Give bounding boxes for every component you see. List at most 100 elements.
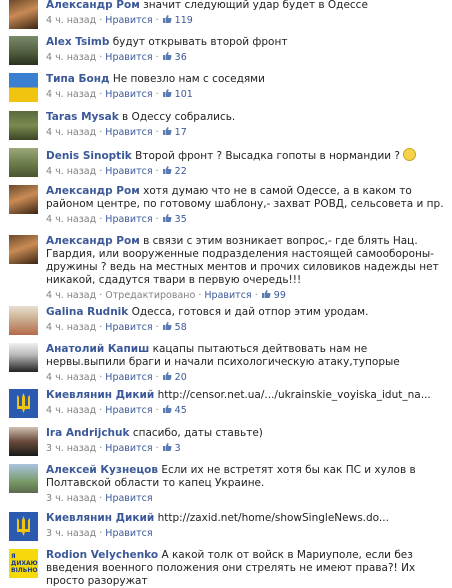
avatar-badge-text: Я ДИХАЮ ВІЛЬНО: [11, 553, 38, 574]
comment-meta: 4 ч. назад · Нравится · 101: [46, 88, 444, 101]
meta-separator: ·: [155, 166, 159, 177]
comment-time[interactable]: 4 ч. назад: [46, 52, 96, 63]
meta-separator: ·: [155, 52, 159, 63]
comment-link[interactable]: http://zaxid.net/home/showSingleNews.do.…: [158, 512, 389, 524]
meta-separator: ·: [254, 290, 258, 301]
like-count[interactable]: 99: [274, 290, 286, 301]
comment-time[interactable]: 4 ч. назад: [46, 405, 96, 416]
like-link[interactable]: Нравится: [105, 405, 152, 416]
comment-meta: 3 ч. назад · Нравится: [46, 492, 444, 505]
avatar[interactable]: [9, 389, 38, 418]
like-link[interactable]: Нравится: [105, 15, 152, 26]
comment-author[interactable]: Анатолий Капиш: [46, 343, 149, 355]
comment-time[interactable]: 3 ч. назад: [46, 443, 96, 454]
thumbs-up-icon: [162, 166, 172, 174]
comment-author[interactable]: Galina Rudnik: [46, 306, 128, 318]
meta-separator: ·: [155, 443, 159, 454]
like-count[interactable]: 22: [175, 166, 187, 177]
like-count[interactable]: 36: [175, 52, 187, 63]
meta-separator: ·: [99, 52, 103, 63]
like-count[interactable]: 3: [175, 443, 181, 454]
comment-text: Второй фронт ? Высадка гопоты в норманди…: [135, 150, 400, 162]
avatar[interactable]: Я ДИХАЮ ВІЛЬНО: [9, 549, 38, 578]
comment-text: спасибо, даты ставьте): [132, 427, 263, 439]
thumbs-up-icon: [162, 89, 172, 97]
comment-link[interactable]: http://censor.net.ua/.../ukrainskie_voyi…: [158, 389, 431, 401]
comment-author[interactable]: Taras Mysak: [46, 111, 119, 123]
comment-meta: 4 ч. назад · Нравится · 58: [46, 321, 444, 334]
like-link[interactable]: Нравится: [105, 322, 152, 333]
comment-author[interactable]: Александр Ром: [46, 185, 140, 197]
meta-separator: ·: [99, 15, 103, 26]
comment-text: будут открывать второй фронт: [112, 36, 288, 48]
comment-time[interactable]: 4 ч. назад: [46, 89, 96, 100]
like-link[interactable]: Нравится: [105, 372, 152, 383]
like-link[interactable]: Нравится: [105, 89, 152, 100]
avatar[interactable]: [9, 427, 38, 456]
comment-time[interactable]: 4 ч. назад: [46, 322, 96, 333]
avatar[interactable]: [9, 235, 38, 264]
edited-label[interactable]: Отредактировано: [105, 290, 195, 301]
like-link[interactable]: Нравится: [105, 443, 152, 454]
avatar[interactable]: [9, 512, 38, 541]
like-count[interactable]: 101: [175, 89, 193, 100]
comment-author[interactable]: Rodion Velychenko: [46, 549, 158, 561]
like-link[interactable]: Нравится: [105, 52, 152, 63]
comment-meta: 3 ч. назад · Нравится · 3: [46, 442, 444, 455]
thumbs-up-icon: [261, 290, 271, 298]
meta-separator: ·: [155, 372, 159, 383]
comment-author[interactable]: Типа Бонд: [46, 73, 109, 85]
comment-author[interactable]: Киевлянин Дикий: [46, 512, 154, 524]
avatar[interactable]: [9, 0, 38, 29]
comment-time[interactable]: 4 ч. назад: [46, 166, 96, 177]
comment-author[interactable]: Alex Tsimb: [46, 36, 109, 48]
comment-time[interactable]: 4 ч. назад: [46, 290, 96, 301]
comment-text: в Одессу собрались.: [122, 111, 236, 123]
like-count[interactable]: 45: [175, 405, 187, 416]
meta-separator: ·: [99, 214, 103, 225]
avatar[interactable]: [9, 464, 38, 493]
comment-meta: 4 ч. назад · Нравится · 17: [46, 126, 444, 139]
comment-meta: 4 ч. назад · Нравится · 22: [46, 165, 444, 178]
like-link[interactable]: Нравится: [105, 214, 152, 225]
like-link[interactable]: Нравится: [105, 528, 152, 539]
trident-icon: [17, 516, 30, 536]
comment-time[interactable]: 3 ч. назад: [46, 528, 96, 539]
avatar[interactable]: [9, 343, 38, 372]
like-count[interactable]: 35: [175, 214, 187, 225]
meta-separator: ·: [155, 322, 159, 333]
meta-separator: ·: [99, 443, 103, 454]
comment-author[interactable]: Киевлянин Дикий: [46, 389, 154, 401]
avatar[interactable]: [9, 148, 38, 177]
comment-author[interactable]: Александр Ром: [46, 235, 140, 247]
like-count[interactable]: 17: [175, 127, 187, 138]
meta-separator: ·: [198, 290, 202, 301]
comment-meta: 4 ч. назад · Нравится · 45: [46, 404, 444, 417]
avatar[interactable]: [9, 185, 38, 214]
comment-time[interactable]: 4 ч. назад: [46, 372, 96, 383]
like-link[interactable]: Нравится: [105, 493, 152, 504]
comment-author[interactable]: Александр Ром: [46, 0, 140, 11]
comment-text: Не повезло нам с соседями: [112, 73, 265, 85]
like-count[interactable]: 20: [175, 372, 187, 383]
like-link[interactable]: Нравится: [105, 127, 152, 138]
comment-time[interactable]: 3 ч. назад: [46, 493, 96, 504]
comment-author[interactable]: Ira Andrijchuk: [46, 427, 129, 439]
comment-time[interactable]: 4 ч. назад: [46, 127, 96, 138]
comment-time[interactable]: 4 ч. назад: [46, 214, 96, 225]
thumbs-up-icon: [162, 443, 172, 451]
meta-separator: ·: [99, 290, 103, 301]
avatar[interactable]: [9, 306, 38, 335]
like-count[interactable]: 119: [175, 15, 193, 26]
like-link[interactable]: Нравится: [105, 166, 152, 177]
trident-icon: [17, 393, 30, 413]
like-count[interactable]: 58: [175, 322, 187, 333]
comment-author[interactable]: Алексей Кузнецов: [46, 464, 158, 476]
avatar[interactable]: [9, 111, 38, 140]
meta-separator: ·: [155, 127, 159, 138]
avatar[interactable]: [9, 36, 38, 65]
like-link[interactable]: Нравится: [204, 290, 251, 301]
comment-author[interactable]: Denis Sinoptik: [46, 150, 132, 162]
avatar[interactable]: [9, 73, 38, 102]
comment-time[interactable]: 4 ч. назад: [46, 15, 96, 26]
